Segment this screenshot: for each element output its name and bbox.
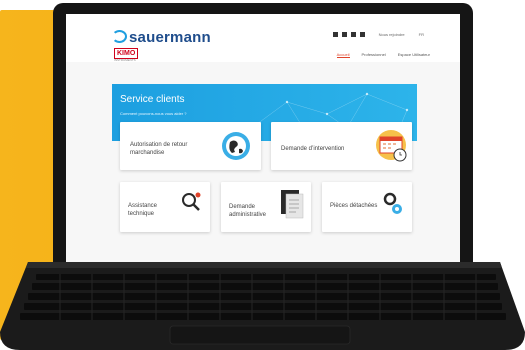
youtube-icon[interactable]	[359, 32, 365, 37]
document-icon	[281, 190, 304, 219]
page-title: Service clients	[120, 94, 185, 105]
card-label: Assistance technique	[128, 203, 158, 217]
main-nav: Accueil Professionnel Espace Utilisateur	[336, 52, 430, 58]
brand-name: sauermann	[129, 29, 211, 46]
kimo-tagline: INSTRUMENTS	[114, 58, 136, 62]
magnifier-icon	[182, 192, 201, 211]
card-retour-marchandise[interactable]: Autorisation de retour marchandise	[120, 122, 261, 170]
language-selector[interactable]: FR	[419, 32, 424, 37]
card-label: Autorisation de retour marchandise	[130, 142, 188, 156]
twitter-icon[interactable]	[350, 32, 356, 37]
card-demande-administrative[interactable]: Demande administrative	[221, 182, 311, 232]
card-label: Demande d’intervention	[281, 146, 345, 152]
page-subtitle: Comment pouvons-nous vous aider ?	[120, 111, 187, 116]
nav-item-espace-utilisateur[interactable]: Espace Utilisateur	[398, 52, 430, 58]
header-utilities: Nous rejoindre FR	[332, 32, 424, 37]
swoosh-icon	[112, 30, 127, 43]
browser-screen: sauermann KIMO INSTRUMENTS Nous rejoindr…	[66, 14, 460, 272]
facebook-icon[interactable]	[332, 32, 338, 37]
sauermann-logo[interactable]: sauermann	[112, 29, 211, 46]
card-pieces-detachees[interactable]: Pièces détachées	[322, 182, 412, 232]
join-link[interactable]: Nous rejoindre	[379, 32, 405, 37]
card-assistance-technique[interactable]: Assistance technique	[120, 182, 210, 232]
linkedin-icon[interactable]	[341, 32, 347, 37]
nav-item-professionnel[interactable]: Professionnel	[362, 52, 386, 58]
nav-item-accueil[interactable]: Accueil	[336, 52, 350, 58]
card-label: Pièces détachées	[330, 203, 378, 209]
card-demande-intervention[interactable]: Demande d’intervention	[271, 122, 412, 170]
laptop-keyboard	[0, 262, 525, 350]
calendar-clock-icon	[376, 130, 407, 162]
globe-exchange-icon	[222, 132, 250, 160]
site-header: sauermann KIMO INSTRUMENTS Nous rejoindr…	[66, 14, 460, 62]
parts-icon	[383, 192, 402, 214]
